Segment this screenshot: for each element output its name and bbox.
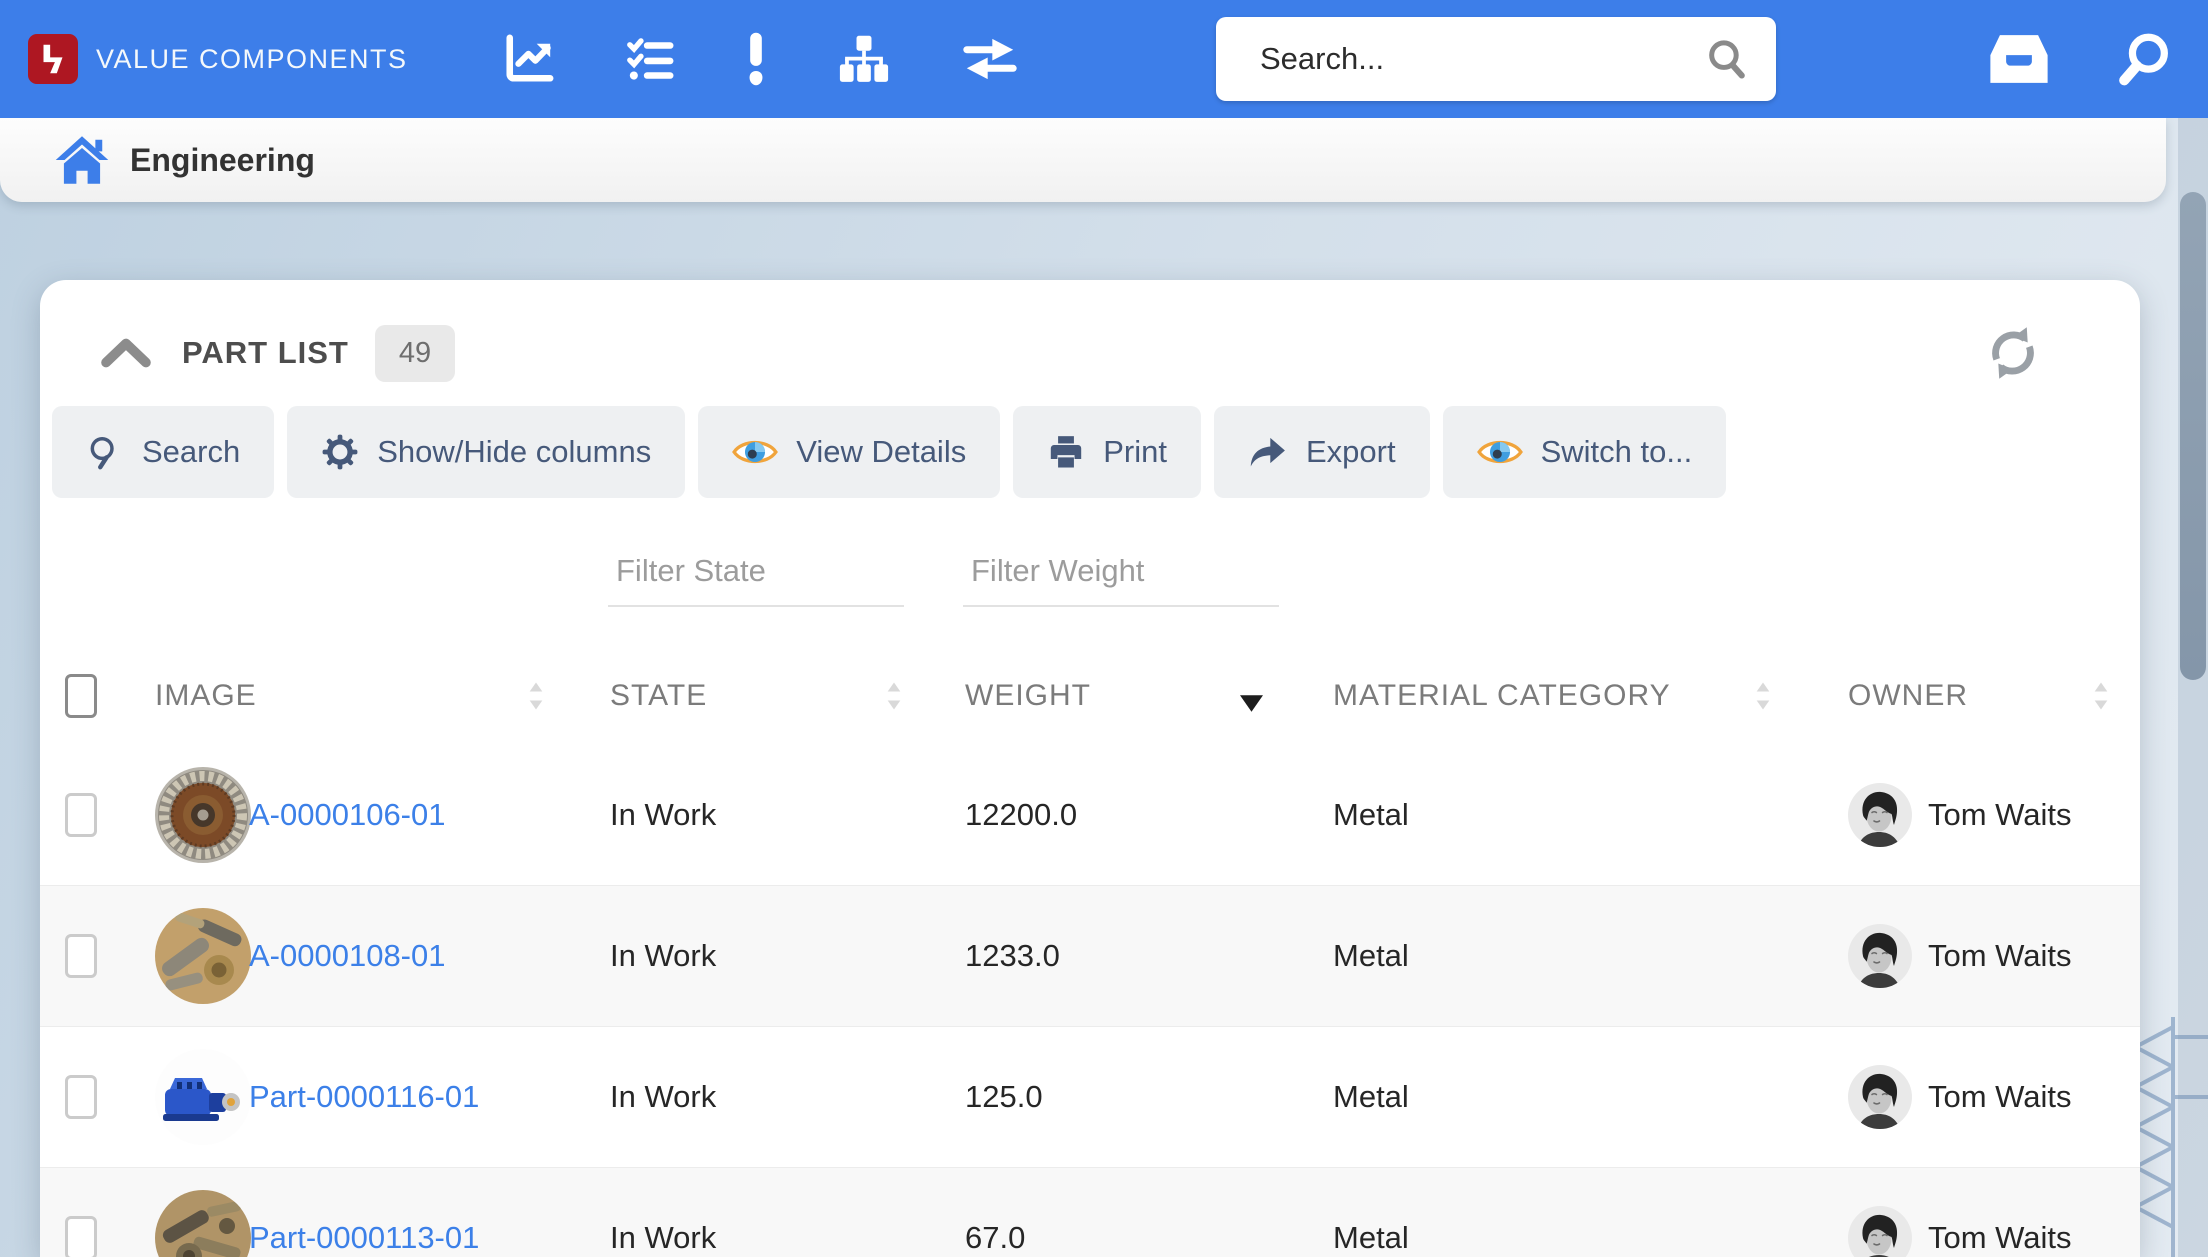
collapse-chevron-up-icon[interactable] [100, 336, 152, 370]
column-header-weight[interactable]: WEIGHT [955, 648, 1325, 744]
sort-arrows-icon [1754, 681, 1772, 711]
home-icon[interactable] [54, 134, 110, 186]
state-cell: In Work [600, 1079, 955, 1115]
owner-name: Tom Waits [1928, 938, 2072, 974]
eye-icon [1477, 436, 1523, 468]
view-details-button[interactable]: View Details [698, 406, 1000, 498]
weight-cell: 12200.0 [955, 797, 1325, 833]
select-all-checkbox[interactable] [65, 674, 97, 718]
global-search-box [1216, 17, 1776, 101]
owner-avatar [1848, 924, 1912, 988]
column-header-owner[interactable]: OWNER [1830, 648, 2140, 744]
table-toolbar: Search Show/Hide columns [40, 392, 2140, 498]
table-row: Part-0000113-01 In Work 67.0 Metal Tom W… [40, 1167, 2140, 1257]
state-cell: In Work [600, 938, 955, 974]
weight-cell: 67.0 [955, 1220, 1325, 1256]
material-cell: Metal [1325, 797, 1830, 833]
material-cell: Metal [1325, 938, 1830, 974]
part-number-link[interactable]: A-0000106-01 [249, 797, 446, 833]
sort-arrows-icon [2092, 681, 2110, 711]
table-row: A-0000106-01 In Work 12200.0 Metal Tom W… [40, 744, 2140, 885]
global-search-input[interactable] [1216, 17, 1704, 101]
eye-icon [732, 436, 778, 468]
part-number-link[interactable]: Part-0000113-01 [249, 1220, 479, 1256]
column-header-image[interactable]: IMAGE [110, 648, 600, 744]
weight-cell: 1233.0 [955, 938, 1325, 974]
page-scrollbar-track[interactable] [2178, 118, 2208, 1257]
material-cell: Metal [1325, 1079, 1830, 1115]
topbar-search-icon[interactable] [2116, 30, 2174, 88]
sort-arrows-icon [885, 681, 903, 711]
owner-avatar [1848, 783, 1912, 847]
owner-avatar [1848, 1206, 1912, 1257]
row-checkbox[interactable] [65, 934, 97, 978]
table-row: Part-0000116-01 In Work 125.0 Metal Tom … [40, 1026, 2140, 1167]
app-logo-icon [28, 34, 78, 84]
table-header-row: IMAGE STATE WEIGHT MATERIAL CATEGORY OWN… [40, 648, 2140, 744]
owner-avatar [1848, 1065, 1912, 1129]
part-thumbnail[interactable] [155, 1049, 251, 1145]
export-arrow-icon [1248, 433, 1288, 471]
export-button[interactable]: Export [1214, 406, 1430, 498]
chart-line-icon[interactable] [503, 33, 555, 85]
filter-weight-input[interactable] [963, 553, 1279, 607]
part-thumbnail[interactable] [155, 908, 251, 1004]
alert-exclamation-icon[interactable] [745, 31, 767, 87]
refresh-icon[interactable] [1984, 324, 2042, 382]
column-header-state[interactable]: STATE [600, 648, 955, 744]
top-app-bar: VALUE COMPONENTS [0, 0, 2208, 118]
search-box-magnifier-icon[interactable] [1704, 36, 1750, 82]
page-scrollbar-thumb[interactable] [2180, 192, 2206, 680]
inbox-tray-icon[interactable] [1988, 32, 2050, 86]
column-header-material-category[interactable]: MATERIAL CATEGORY [1325, 648, 1830, 744]
tasks-checklist-icon[interactable] [625, 35, 675, 83]
print-button[interactable]: Print [1013, 406, 1201, 498]
filter-row [40, 538, 2140, 622]
state-cell: In Work [600, 1220, 955, 1256]
owner-name: Tom Waits [1928, 1079, 2072, 1115]
part-number-link[interactable]: Part-0000116-01 [249, 1079, 479, 1115]
state-cell: In Work [600, 797, 955, 833]
search-icon [86, 433, 124, 471]
exchange-arrows-icon[interactable] [961, 35, 1019, 83]
row-checkbox[interactable] [65, 1216, 97, 1257]
row-checkbox[interactable] [65, 1075, 97, 1119]
gear-icon [321, 433, 359, 471]
part-thumbnail[interactable] [155, 767, 251, 863]
table-row: A-0000108-01 In Work 1233.0 Metal Tom Wa… [40, 885, 2140, 1026]
breadcrumb-current[interactable]: Engineering [130, 142, 315, 179]
owner-name: Tom Waits [1928, 797, 2072, 833]
printer-icon [1047, 433, 1085, 471]
weight-cell: 125.0 [955, 1079, 1325, 1115]
logo-glyph-icon [34, 40, 72, 78]
part-thumbnail[interactable] [155, 1190, 251, 1257]
show-hide-columns-button[interactable]: Show/Hide columns [287, 406, 685, 498]
search-button[interactable]: Search [52, 406, 274, 498]
sort-arrows-icon [527, 681, 545, 711]
part-list-panel: PART LIST 49 Search [40, 280, 2140, 1257]
part-number-link[interactable]: A-0000108-01 [249, 938, 446, 974]
material-cell: Metal [1325, 1220, 1830, 1256]
sort-desc-icon [1240, 695, 1263, 712]
switch-to-button[interactable]: Switch to... [1443, 406, 1727, 498]
row-checkbox[interactable] [65, 793, 97, 837]
brand-name: VALUE COMPONENTS [96, 44, 408, 75]
breadcrumb: Engineering [0, 118, 2166, 202]
filter-state-input[interactable] [608, 553, 904, 607]
sitemap-icon[interactable] [837, 34, 891, 84]
panel-title: PART LIST [182, 335, 349, 371]
result-count-badge: 49 [375, 325, 455, 382]
owner-name: Tom Waits [1928, 1220, 2072, 1256]
